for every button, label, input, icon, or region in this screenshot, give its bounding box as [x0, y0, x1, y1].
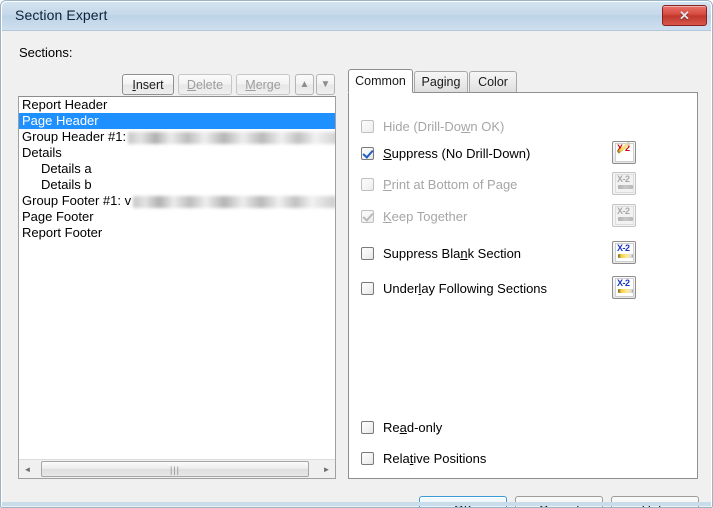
common-tab-panel: Hide (Drill-Down OK) Suppress (No Drill-D… [348, 92, 698, 479]
formula-x2-text: X-2 [617, 206, 630, 216]
window-title: Section Expert [15, 7, 108, 23]
redacted-section-name [133, 195, 335, 208]
formula-button-keep-together[interactable]: X-2 [612, 204, 636, 227]
dialog-body: Sections: Insert Delete Merge ▲ ▼ Report… [2, 31, 711, 507]
arrow-down-icon: ▼ [320, 78, 331, 90]
sections-list[interactable]: Report Header Page Header Group Header #1:… [19, 97, 335, 459]
formula-button-suppress-blank-section[interactable]: X-2 [612, 241, 636, 264]
scrollbar-grip-icon: ||| [169, 465, 181, 475]
checkbox-underlay-following-sections[interactable] [361, 281, 374, 295]
checkbox-label-hide-drill-down-ok: Hide (Drill-Down OK) [383, 118, 505, 134]
checkbox-label-print-at-bottom-of-page: Print at Bottom of Page [383, 176, 518, 192]
formula-icon: X-2 [615, 243, 634, 262]
option-row-keep-together[interactable]: Keep Together [361, 207, 467, 225]
redacted-section-name [128, 131, 335, 144]
tab-common[interactable]: Common [348, 69, 413, 93]
section-list-item[interactable]: Group Footer #1: v [19, 193, 335, 209]
move-section-down-button[interactable]: ▼ [316, 74, 335, 95]
checkbox-print-at-bottom-of-page[interactable] [361, 177, 374, 191]
checkbox-keep-together[interactable] [361, 209, 374, 223]
option-row-hide-drill-down-ok[interactable]: Hide (Drill-Down OK) [361, 117, 504, 135]
close-button[interactable]: ✕ [662, 5, 707, 26]
tab-strip: Common Paging Color [348, 69, 698, 93]
section-expert-dialog: Section Expert ✕ Sections: Insert Delete… [0, 0, 713, 508]
checkbox-hide-drill-down-ok[interactable] [361, 119, 374, 133]
sections-listbox[interactable]: Report Header Page Header Group Header #1:… [18, 96, 336, 479]
checkbox-label-suppress-no-drill-down: Suppress (No Drill-Down) [383, 145, 531, 161]
pencil-icon [618, 185, 633, 189]
tab-common-label: Common [355, 74, 406, 88]
pencil-icon [618, 217, 633, 221]
section-list-item-label: Details [22, 145, 62, 160]
formula-button-print-at-bottom-of-page[interactable]: X-2 [612, 172, 636, 195]
sections-label: Sections: [19, 45, 73, 60]
delete-button-label: Delete [186, 77, 224, 92]
scroll-right-icon[interactable]: ► [318, 460, 335, 478]
checkbox-suppress-no-drill-down[interactable] [361, 146, 374, 160]
checkbox-label-read-only: Read-only [383, 419, 443, 435]
insert-button-label: Insert [132, 77, 164, 92]
section-list-item[interactable]: Details b [19, 177, 335, 193]
merge-button-label: Merge [245, 77, 281, 92]
formula-icon: X-2 [615, 278, 634, 297]
tab-paging[interactable]: Paging [414, 71, 468, 92]
section-list-item-label: Details b [41, 177, 92, 192]
move-section-up-button[interactable]: ▲ [295, 74, 314, 95]
checkbox-read-only[interactable] [361, 420, 374, 434]
option-row-suppress-no-drill-down[interactable]: Suppress (No Drill-Down) [361, 144, 530, 162]
formula-button-suppress-no-drill-down[interactable]: X-2 [612, 141, 636, 164]
section-list-item-label: Group Header #1: [22, 129, 127, 144]
section-list-item-label: Report Header [22, 97, 108, 112]
close-icon: ✕ [679, 7, 690, 23]
checkbox-label-underlay-following-sections: Underlay Following Sections [383, 280, 548, 296]
section-list-item[interactable]: Report Header [19, 97, 335, 113]
scrollbar-thumb[interactable]: ||| [41, 461, 309, 477]
section-list-item[interactable]: Details [19, 145, 335, 161]
title-bar[interactable]: Section Expert ✕ [2, 2, 711, 31]
formula-x2-text: X-2 [617, 174, 630, 184]
option-row-underlay-following-sections[interactable]: Underlay Following Sections [361, 279, 547, 297]
formula-x2-text: X-2 [617, 243, 630, 253]
sections-horizontal-scrollbar[interactable]: ◄ ||| ► [19, 459, 335, 478]
formula-icon: X-2 [615, 206, 634, 225]
section-list-item[interactable]: Details a [19, 161, 335, 177]
checkbox-label-keep-together: Keep Together [383, 208, 468, 224]
section-list-item-label: Page Header [22, 113, 99, 128]
tab-color[interactable]: Color [469, 71, 517, 92]
section-list-item-label: Report Footer [22, 225, 103, 240]
section-list-item[interactable]: Report Footer [19, 225, 335, 241]
delete-button[interactable]: Delete [178, 74, 232, 95]
checkbox-relative-positions[interactable] [361, 451, 374, 465]
checkbox-label-suppress-blank-section: Suppress Blank Section [383, 245, 522, 261]
scroll-left-icon[interactable]: ◄ [19, 460, 36, 478]
option-row-read-only[interactable]: Read-only [361, 418, 442, 436]
formula-button-underlay-following-sections[interactable]: X-2 [612, 276, 636, 299]
section-list-item[interactable]: Group Header #1: [19, 129, 335, 145]
section-list-item[interactable]: Page Footer [19, 209, 335, 225]
checkbox-suppress-blank-section[interactable] [361, 246, 374, 260]
section-list-item-label: Details a [41, 161, 92, 176]
pencil-icon [618, 289, 633, 293]
section-list-item-label: Group Footer #1: v [22, 193, 132, 208]
tab-paging-label: Paging [421, 75, 461, 89]
insert-button[interactable]: Insert [122, 74, 174, 95]
tab-color-label: Color [478, 75, 508, 89]
formula-icon: X-2 [615, 174, 634, 193]
formula-icon: X-2 [615, 142, 634, 162]
arrow-up-icon: ▲ [299, 78, 310, 90]
formula-x2-text: X-2 [617, 278, 630, 288]
pencil-icon [618, 254, 633, 258]
section-list-item-label: Page Footer [22, 209, 94, 224]
dialog-bottom-strip [2, 502, 711, 506]
checkbox-label-relative-positions: Relative Positions [383, 450, 487, 466]
merge-button[interactable]: Merge [236, 74, 290, 95]
option-row-suppress-blank-section[interactable]: Suppress Blank Section [361, 244, 521, 262]
section-list-item[interactable]: Page Header [19, 113, 335, 129]
option-row-print-at-bottom-of-page[interactable]: Print at Bottom of Page [361, 175, 517, 193]
option-row-relative-positions[interactable]: Relative Positions [361, 449, 486, 467]
